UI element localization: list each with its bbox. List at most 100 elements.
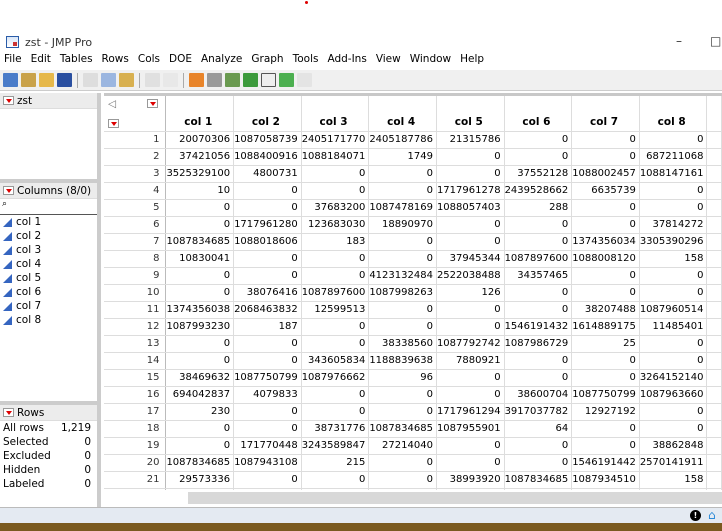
cell[interactable]: 1087934510 xyxy=(571,471,640,489)
row-number[interactable]: 10 xyxy=(104,284,167,302)
cell[interactable]: 1087750799 xyxy=(571,386,640,404)
row-number[interactable]: 11 xyxy=(104,301,167,319)
cell[interactable]: 0 xyxy=(639,267,708,285)
cell[interactable]: 0 xyxy=(436,233,505,251)
row-number[interactable]: 19 xyxy=(104,437,167,455)
rows-panel-header[interactable]: Rows xyxy=(0,405,97,421)
menu-window[interactable]: Window xyxy=(410,53,451,69)
cell[interactable]: 0 xyxy=(639,352,708,370)
red-triangle-menu-icon[interactable] xyxy=(3,186,14,195)
menu-tables[interactable]: Tables xyxy=(60,53,93,69)
cell[interactable]: 0 xyxy=(368,165,437,183)
format-icon[interactable] xyxy=(145,73,160,87)
cell[interactable]: 1374356038 xyxy=(165,301,235,319)
cell[interactable]: 1087998263 xyxy=(368,284,437,302)
cell[interactable]: 6635739 xyxy=(571,182,640,200)
cell[interactable]: 0 xyxy=(301,335,370,353)
cell[interactable]: 0 xyxy=(571,352,640,370)
table-row[interactable]: 13 0 0 0 38338560 1087792742 1087986729 25 0 xyxy=(104,335,722,353)
table-row[interactable]: 21 29573336 0 0 0 38993920 1087834685 108793451… xyxy=(104,471,722,489)
rows-red-triangle-icon[interactable] xyxy=(108,118,119,128)
cell[interactable]: 1087834685 xyxy=(165,233,235,251)
cell[interactable]: 0 xyxy=(639,199,708,217)
cell[interactable]: 64 xyxy=(504,420,573,438)
column-item[interactable]: col 3 xyxy=(0,243,97,257)
lock-icon[interactable] xyxy=(163,73,178,87)
info-icon[interactable]: ! xyxy=(690,510,701,521)
menu-view[interactable]: View xyxy=(376,53,401,69)
cell[interactable]: 0 xyxy=(165,437,235,455)
row-number[interactable]: 15 xyxy=(104,369,167,387)
cell[interactable]: 1717961294 xyxy=(436,403,505,421)
cell[interactable]: 171770448 xyxy=(233,437,302,455)
cell[interactable]: 38469632 xyxy=(165,369,235,387)
cell[interactable]: 0 xyxy=(301,267,370,285)
cell[interactable]: 3305390296 xyxy=(639,233,708,251)
cell[interactable]: 0 xyxy=(504,369,573,387)
save-icon[interactable] xyxy=(57,73,72,87)
graph-builder-icon[interactable] xyxy=(225,73,240,87)
cell[interactable]: 0 xyxy=(233,403,302,421)
columns-panel-header[interactable]: Columns (8/0) xyxy=(0,183,97,199)
cell[interactable]: 0 xyxy=(504,148,573,166)
table-row[interactable]: 19 0 171770448 3243589847 27214040 0 0 0 3886284… xyxy=(104,437,722,455)
cell[interactable]: 1087750799 xyxy=(233,369,302,387)
row-number[interactable]: 6 xyxy=(104,216,167,234)
table-row[interactable]: 1 20070306 1087058739 2405171770 2405187786 2… xyxy=(104,131,722,149)
cell[interactable]: 0 xyxy=(436,437,505,455)
cell[interactable]: 0 xyxy=(436,216,505,234)
cell[interactable]: 0 xyxy=(436,318,505,336)
cell[interactable]: 0 xyxy=(368,182,437,200)
menu-graph[interactable]: Graph xyxy=(251,53,283,69)
table-row[interactable]: 2 37421056 1088400916 1088184071 1749 0 0 0 6872… xyxy=(104,148,722,166)
table-row[interactable]: 14 0 0 343605834 1188839638 7880921 0 0 0 xyxy=(104,352,722,370)
row-number[interactable]: 18 xyxy=(104,420,167,438)
cell[interactable]: 7880921 xyxy=(436,352,505,370)
cell[interactable]: 2405187786 xyxy=(368,131,437,149)
cell[interactable]: 3917037782 xyxy=(504,403,573,421)
row-number[interactable]: 14 xyxy=(104,352,167,370)
cell[interactable]: 0 xyxy=(504,216,573,234)
cell[interactable]: 0 xyxy=(436,386,505,404)
cell[interactable]: 0 xyxy=(233,267,302,285)
cell[interactable]: 0 xyxy=(165,199,235,217)
cell[interactable]: 34357465 xyxy=(504,267,573,285)
cell[interactable]: 0 xyxy=(368,301,437,319)
cell[interactable]: 38207488 xyxy=(571,301,640,319)
collapse-left-icon[interactable]: ◁ xyxy=(108,98,116,110)
cell[interactable]: 38993920 xyxy=(436,471,505,489)
cell[interactable]: 0 xyxy=(368,403,437,421)
cell[interactable]: 1088057403 xyxy=(436,199,505,217)
cell[interactable]: 0 xyxy=(301,471,370,489)
table-row[interactable]: 20 1087834685 1087943108 215 0 0 0 1546191442 25… xyxy=(104,454,722,472)
minimize-button[interactable]: – xyxy=(676,34,682,48)
cell[interactable]: 37945344 xyxy=(436,250,505,268)
cell[interactable]: 0 xyxy=(571,267,640,285)
row-number[interactable]: 7 xyxy=(104,233,167,251)
cell[interactable]: 1087834685 xyxy=(504,471,573,489)
row-number[interactable]: 4 xyxy=(104,182,167,200)
table-row[interactable]: 12 1087993230 187 0 0 0 1546191432 1614889175 11… xyxy=(104,318,722,336)
table-row[interactable]: 4 10 0 0 0 1717961278 2439528662 6635739 0 xyxy=(104,182,722,200)
cell[interactable]: 11485401 xyxy=(639,318,708,336)
cell[interactable]: 96 xyxy=(368,369,437,387)
open-folder-icon[interactable] xyxy=(39,73,54,87)
paste-icon[interactable] xyxy=(119,73,134,87)
row-number[interactable]: 20 xyxy=(104,454,167,472)
menu-file[interactable]: File xyxy=(4,53,22,69)
cell[interactable]: 0 xyxy=(233,471,302,489)
cell[interactable]: 0 xyxy=(504,352,573,370)
cell[interactable]: 0 xyxy=(639,403,708,421)
cell[interactable]: 4800731 xyxy=(233,165,302,183)
cell[interactable]: 0 xyxy=(368,471,437,489)
cell[interactable]: 2405171770 xyxy=(301,131,370,149)
cell[interactable]: 0 xyxy=(165,216,235,234)
cell[interactable]: 694042837 xyxy=(165,386,235,404)
cell[interactable]: 0 xyxy=(639,420,708,438)
cell[interactable]: 1087834685 xyxy=(368,420,437,438)
home-icon[interactable]: ⌂ xyxy=(708,508,716,522)
cell[interactable]: 0 xyxy=(301,403,370,421)
cell[interactable]: 1087960514 xyxy=(639,301,708,319)
cell[interactable]: 0 xyxy=(436,454,505,472)
row-number[interactable]: 2 xyxy=(104,148,167,166)
